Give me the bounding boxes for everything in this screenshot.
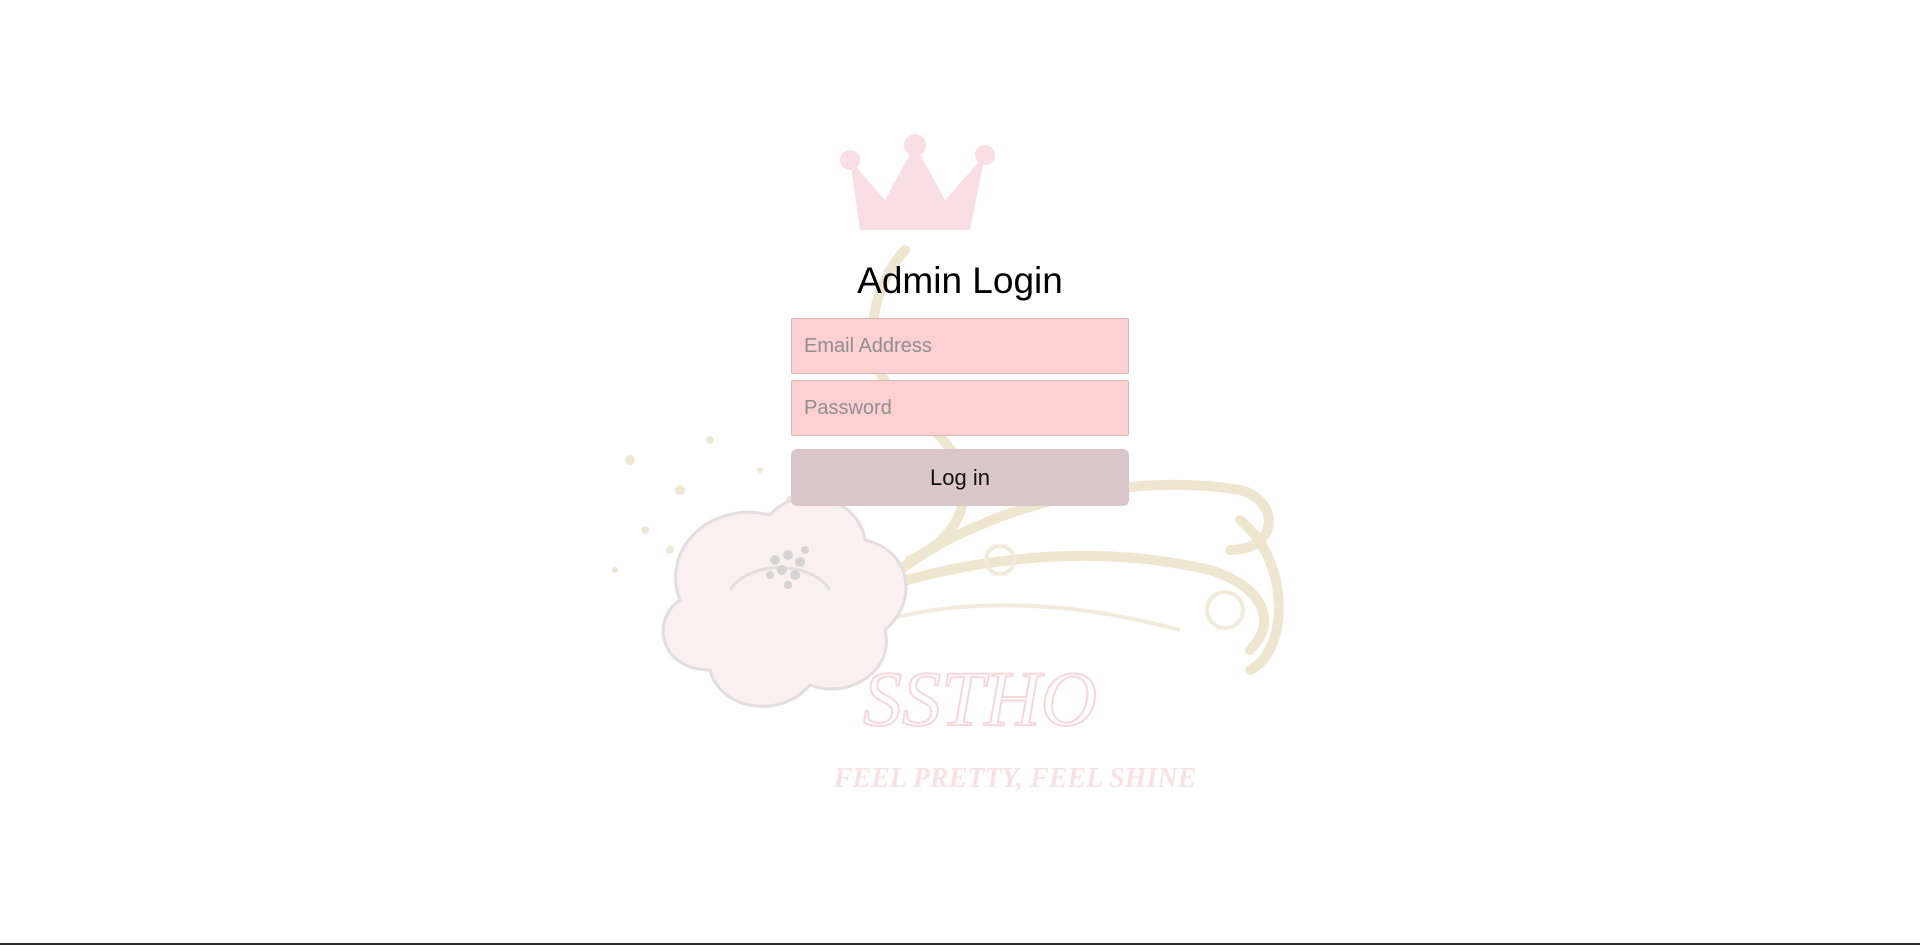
- login-form: Admin Login Log in: [791, 258, 1129, 506]
- login-button[interactable]: Log in: [791, 449, 1129, 506]
- password-field[interactable]: [791, 380, 1129, 436]
- watermark-tagline: FEEL PRETTY, FEEL SHINE: [833, 763, 1197, 794]
- crown-icon: [840, 134, 995, 230]
- flower-icon: [661, 495, 908, 708]
- watermark-brand-name: SSTHO: [863, 655, 1097, 742]
- flower-center: [766, 546, 809, 589]
- sparkle-dots: [612, 436, 794, 588]
- login-page: SSTHO FEEL PRETTY, FEEL SHINE Admin Logi…: [0, 0, 1920, 945]
- page-title: Admin Login: [857, 260, 1063, 301]
- email-field[interactable]: [791, 318, 1129, 374]
